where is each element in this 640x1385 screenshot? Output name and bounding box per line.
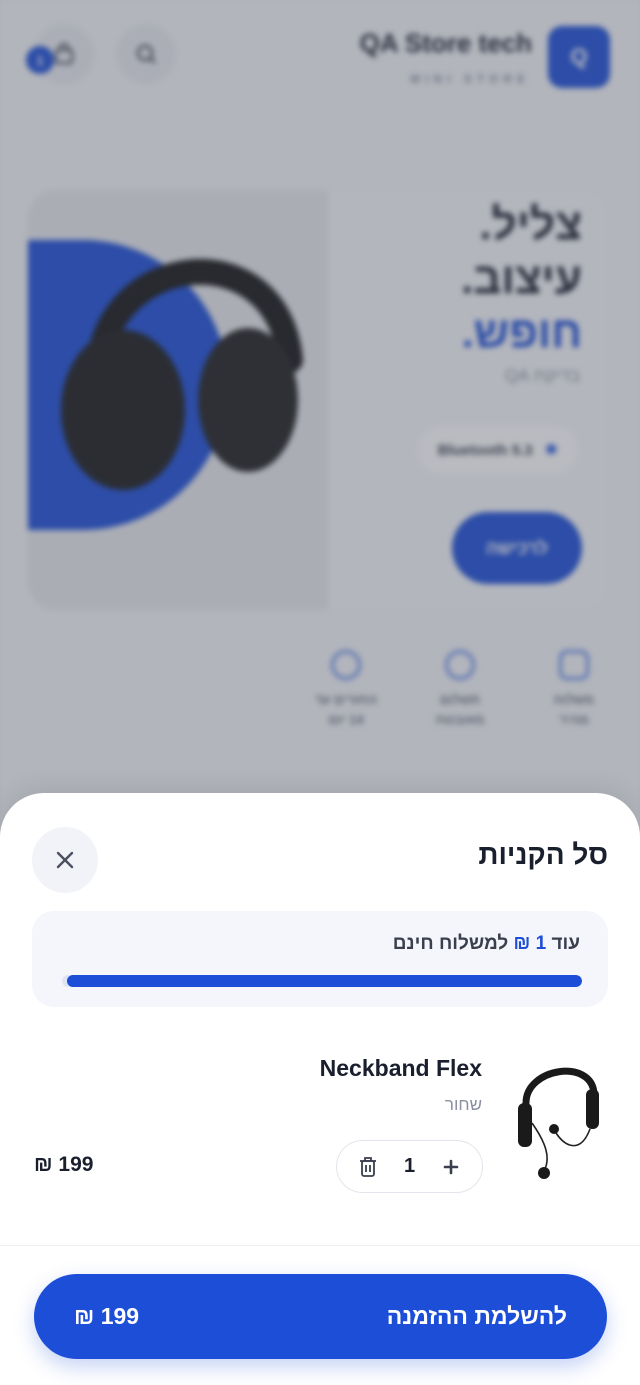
cart-title: סל הקניות	[478, 839, 608, 870]
product-name[interactable]: Neckband Flex	[320, 1055, 482, 1082]
checkout-total: 199 ₪	[74, 1303, 140, 1329]
increase-quantity-button[interactable]	[438, 1154, 464, 1180]
shipping-currency: ₪	[513, 933, 531, 954]
shipping-progress-bar	[62, 975, 582, 987]
free-shipping-box: עוד 1 ₪ למשלוח חינם	[32, 911, 608, 1007]
cart-sheet: סל הקניות עוד 1 ₪ למשלוח חינם Neckband F…	[0, 793, 640, 1385]
divider	[0, 1245, 640, 1246]
product-price: 199 ₪	[34, 1153, 94, 1176]
free-shipping-text: עוד 1 ₪ למשלוח חינם	[393, 933, 580, 955]
product-thumbnail	[506, 1063, 606, 1183]
trash-icon	[360, 1156, 376, 1177]
quantity-value: 1	[403, 1155, 416, 1177]
checkout-label: להשלמת ההזמנה	[386, 1303, 567, 1329]
shipping-amount: 1	[535, 933, 547, 954]
shipping-progress-fill	[67, 975, 582, 987]
neckband-earphones-image	[518, 1067, 599, 1179]
plus-icon	[443, 1159, 459, 1174]
quantity-stepper: 1	[336, 1140, 483, 1193]
product-variant: שחור	[444, 1095, 482, 1114]
shipping-suffix: למשלוח חינם	[392, 933, 509, 954]
checkout-button[interactable]: להשלמת ההזמנה 199 ₪	[34, 1274, 607, 1359]
close-button[interactable]	[32, 827, 98, 893]
remove-item-button[interactable]	[355, 1154, 381, 1180]
shipping-prefix: עוד	[551, 933, 580, 954]
close-icon	[56, 851, 74, 869]
